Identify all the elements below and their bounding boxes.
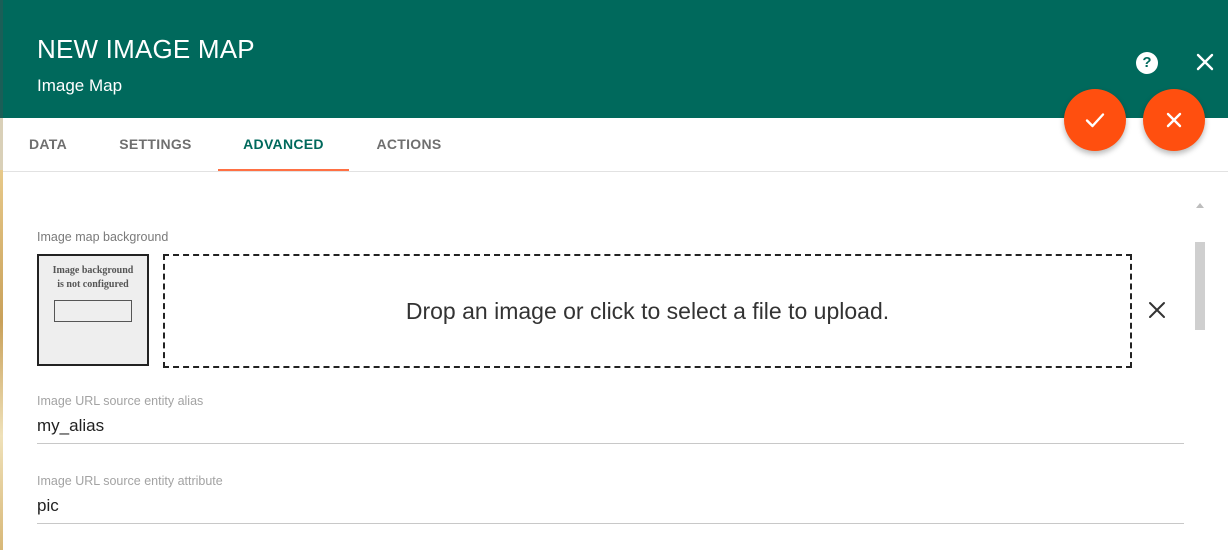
tab-data[interactable]: DATA (3, 118, 93, 171)
image-dropzone[interactable]: Drop an image or click to select a file … (163, 254, 1132, 368)
advanced-tab-content: Image map background Image background is… (3, 172, 1228, 550)
tab-advanced[interactable]: ADVANCED (218, 118, 349, 171)
dialog-header: NEW IMAGE MAP Image Map ? (3, 0, 1228, 118)
entity-alias-label: Image URL source entity alias (37, 394, 204, 408)
preview-placeholder-box (54, 300, 132, 322)
close-icon (1149, 302, 1165, 318)
entity-attribute-input[interactable] (37, 496, 1184, 516)
entity-alias-field: Image URL source entity alias (37, 394, 1184, 444)
help-icon[interactable]: ? (1136, 52, 1158, 74)
tab-settings[interactable]: SETTINGS (93, 118, 218, 171)
image-background-label: Image map background (37, 230, 169, 244)
entity-alias-input[interactable] (37, 416, 1184, 436)
clear-image-button[interactable] (1145, 298, 1169, 322)
entity-attribute-label: Image URL source entity attribute (37, 474, 223, 488)
scroll-up-arrow[interactable] (1196, 203, 1204, 208)
dialog-title: NEW IMAGE MAP (37, 34, 255, 64)
entity-attribute-field: Image URL source entity attribute (37, 474, 1184, 524)
tab-bar: DATA SETTINGS ADVANCED ACTIONS (3, 118, 1228, 172)
image-map-dialog: NEW IMAGE MAP Image Map ? DATA SETTINGS … (3, 0, 1228, 550)
preview-text-line2: is not configured (57, 279, 129, 290)
image-background-preview: Image background is not configured (37, 254, 149, 366)
vertical-scrollbar[interactable] (1192, 199, 1208, 550)
tab-actions[interactable]: ACTIONS (349, 118, 469, 171)
preview-text-line1: Image background (52, 265, 134, 276)
dialog-subtitle: Image Map (37, 76, 123, 95)
close-icon[interactable] (1193, 50, 1217, 74)
scroll-thumb[interactable] (1195, 242, 1205, 330)
preview-placeholder-text: Image background is not configured (39, 264, 147, 292)
